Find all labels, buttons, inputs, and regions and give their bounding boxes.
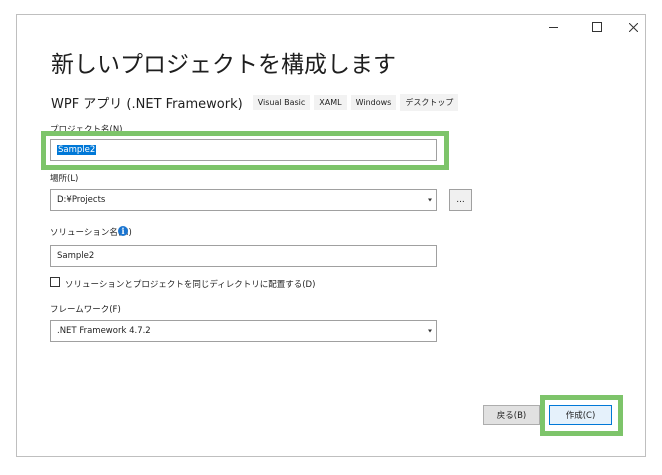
tag-windows: Windows	[350, 95, 397, 110]
maximize-icon	[592, 22, 602, 32]
page-title: 新しいプロジェクトを構成します	[51, 52, 396, 78]
same-directory-label: ソリューションとプロジェクトを同じディレクトリに配置する(D)	[65, 280, 316, 290]
info-icon[interactable]: i	[118, 226, 128, 236]
framework-value: .NET Framework 4.7.2	[57, 326, 151, 336]
minimize-button[interactable]	[535, 15, 571, 39]
solution-name-value: Sample2	[57, 251, 95, 261]
project-name-label: プロジェクト名(N)	[50, 125, 123, 135]
project-name-value: Sample2	[57, 145, 97, 155]
project-name-input[interactable]: Sample2	[50, 139, 437, 161]
close-button[interactable]	[615, 15, 651, 39]
location-value: D:¥Projects	[57, 195, 106, 205]
back-button[interactable]: 戻る(B)	[483, 405, 540, 425]
minimize-icon	[548, 26, 558, 28]
chevron-down-icon	[428, 329, 432, 333]
location-label: 場所(L)	[50, 174, 79, 184]
maximize-button[interactable]	[579, 15, 615, 39]
configure-project-dialog: 新しいプロジェクトを構成します WPF アプリ (.NET Framework)…	[16, 14, 646, 457]
template-name: WPF アプリ (.NET Framework)	[51, 97, 243, 112]
solution-name-input[interactable]: Sample2	[50, 245, 437, 267]
framework-combobox[interactable]: .NET Framework 4.7.2	[50, 320, 437, 342]
same-directory-checkbox[interactable]	[50, 277, 60, 287]
close-icon	[628, 22, 638, 32]
tag-desktop: デスクトップ	[400, 94, 459, 111]
framework-label: フレームワーク(F)	[50, 305, 121, 315]
browse-button[interactable]: ...	[449, 189, 472, 211]
tag-visual-basic: Visual Basic	[252, 95, 311, 110]
tag-xaml: XAML	[314, 95, 347, 110]
chevron-down-icon	[428, 198, 432, 202]
create-button[interactable]: 作成(C)	[549, 405, 612, 425]
location-combobox[interactable]: D:¥Projects	[50, 189, 437, 211]
template-info: WPF アプリ (.NET Framework) Visual Basic XA…	[51, 93, 462, 112]
